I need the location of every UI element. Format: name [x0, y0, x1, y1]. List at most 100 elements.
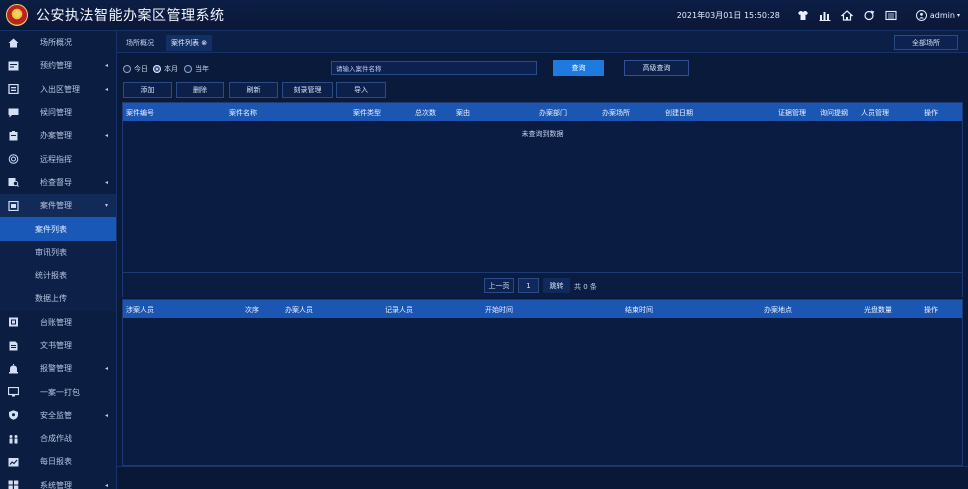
sidebar-item-entry-exit[interactable]: 入出区管理 ◂	[0, 78, 116, 101]
radio-this-year[interactable]: 当年	[184, 64, 209, 74]
radio-dot-selected	[153, 65, 161, 73]
radio-dot	[184, 65, 192, 73]
sidebar: 场所概况 预约管理 ◂ 入出区管理 ◂ 候问管理 办案管理 ◂ 远程指挥 检查督…	[0, 31, 117, 489]
sidebar-item-label: 候问管理	[40, 108, 72, 118]
add-button[interactable]: 添加	[123, 82, 172, 98]
sidebar-item-waiting[interactable]: 候问管理	[0, 101, 116, 124]
column-header[interactable]: 办案人员	[285, 305, 313, 315]
police-badge-logo	[6, 4, 28, 26]
chevron-left-icon: ◂	[104, 85, 108, 93]
column-header[interactable]: 案由	[456, 108, 470, 118]
sidebar-item-label: 台账管理	[40, 317, 72, 327]
monitor-icon	[7, 387, 19, 398]
column-header[interactable]: 光盘数量	[864, 305, 892, 315]
advanced-query-button[interactable]: 高级查询	[624, 60, 689, 76]
tab-site-overview[interactable]: 场所概况	[121, 35, 159, 51]
case-name-search-input[interactable]: 请输入案件名称	[331, 61, 537, 75]
shirt-icon[interactable]	[796, 8, 810, 22]
sidebar-item-site-overview[interactable]: 场所概况	[0, 31, 116, 54]
prev-page-button[interactable]: 上一页	[484, 278, 514, 293]
pagination: 上一页 1 跳转 共 0 条	[122, 273, 963, 297]
refresh-icon[interactable]	[862, 8, 876, 22]
datetime-display: 2021年03月01日 15:50:28	[676, 10, 780, 20]
column-header[interactable]: 办案场所	[602, 108, 630, 118]
sidebar-item-remote-command[interactable]: 远程指挥	[0, 147, 116, 170]
column-header[interactable]: 询问提纲	[820, 108, 848, 118]
bar-chart-icon[interactable]	[818, 8, 832, 22]
sidebar-subitem-case-list[interactable]: 案件列表	[0, 217, 116, 241]
sidebar-item-reservation[interactable]: 预约管理 ◂	[0, 54, 116, 77]
burn-management-button[interactable]: 刻录管理	[282, 82, 333, 98]
target-icon	[7, 154, 19, 165]
column-header[interactable]: 操作	[924, 305, 938, 315]
column-header[interactable]: 开始时间	[485, 305, 513, 315]
sidebar-item-case-handling[interactable]: 办案管理 ◂	[0, 124, 116, 147]
column-header[interactable]: 结束时间	[625, 305, 653, 315]
tab-bar: 场所概况 案件列表 ⊗ 全部场所	[117, 31, 968, 53]
radio-label: 当年	[195, 65, 209, 73]
sidebar-item-label: 场所概况	[40, 38, 72, 48]
total-count: 共 0 条	[574, 283, 597, 291]
report-icon	[7, 456, 19, 467]
column-header[interactable]: 办案地点	[764, 305, 792, 315]
column-header[interactable]: 总次数	[415, 108, 436, 118]
chevron-down-icon: ▾	[104, 202, 108, 210]
team-icon	[7, 433, 19, 444]
column-header[interactable]: 案件名称	[229, 108, 257, 118]
tab-case-list[interactable]: 案件列表 ⊗	[166, 35, 213, 51]
chevron-left-icon: ◂	[104, 411, 108, 419]
app-title: 公安执法智能办案区管理系统	[36, 8, 225, 24]
radio-label: 本月	[164, 65, 178, 73]
column-header[interactable]: 记录人员	[385, 305, 413, 315]
sidebar-subitem-statistics-report[interactable]: 统计报表	[0, 263, 116, 288]
sidebar-item-security[interactable]: 安全监管 ◂	[0, 404, 116, 427]
home-icon[interactable]	[840, 8, 854, 22]
goto-page-button[interactable]: 跳转	[543, 278, 570, 293]
user-menu[interactable]: admin ▾	[915, 9, 960, 21]
sidebar-item-label: 一案一打包	[40, 387, 80, 397]
import-button[interactable]: 导入	[336, 82, 386, 98]
sidebar-item-label: 远程指挥	[40, 154, 72, 164]
chevron-left-icon: ◂	[104, 178, 108, 186]
column-header[interactable]: 人员管理	[861, 108, 889, 118]
radio-today[interactable]: 今日	[123, 64, 148, 74]
sidebar-item-package[interactable]: 一案一打包	[0, 380, 116, 403]
keyboard-icon[interactable]	[884, 8, 898, 22]
column-header[interactable]: 证据管理	[778, 108, 806, 118]
all-places-select[interactable]: 全部场所	[894, 35, 958, 50]
column-header[interactable]: 办案部门	[539, 108, 567, 118]
chevron-left-icon: ◂	[104, 132, 108, 140]
sidebar-subitem-interrogation-list[interactable]: 审讯列表	[0, 240, 116, 264]
column-header[interactable]: 操作	[924, 108, 938, 118]
sidebar-item-alarm[interactable]: 报警管理 ◂	[0, 357, 116, 380]
chevron-left-icon: ◂	[104, 365, 108, 373]
sidebar-item-label: 入出区管理	[40, 84, 80, 94]
column-header[interactable]: 案件编号	[126, 108, 154, 118]
refresh-button[interactable]: 刷新	[229, 82, 278, 98]
column-header[interactable]: 次序	[245, 305, 259, 315]
column-header[interactable]: 案件类型	[353, 108, 381, 118]
chat-icon	[7, 107, 19, 118]
sidebar-item-label: 每日报表	[40, 457, 72, 467]
sidebar-item-ledger[interactable]: 台账管理	[0, 311, 116, 334]
column-header[interactable]: 涉案人员	[126, 305, 154, 315]
grid-icon	[7, 480, 19, 489]
ledger-icon	[7, 317, 19, 328]
radio-this-month[interactable]: 本月	[153, 64, 178, 74]
query-button[interactable]: 查询	[553, 60, 604, 76]
sidebar-item-joint-operation[interactable]: 合成作战	[0, 427, 116, 450]
delete-button[interactable]: 删除	[176, 82, 224, 98]
sidebar-item-inspection[interactable]: 检查督导 ◂	[0, 171, 116, 194]
inspect-icon	[7, 177, 19, 188]
sidebar-item-system[interactable]: 系统管理 ◂	[0, 474, 116, 489]
document-icon	[7, 340, 19, 351]
page-number-input[interactable]: 1	[518, 278, 539, 293]
sidebar-item-daily-report[interactable]: 每日报表	[0, 450, 116, 473]
sidebar-item-case-management[interactable]: 案件管理 ▾	[0, 194, 116, 218]
sidebar-subitem-data-upload[interactable]: 数据上传	[0, 287, 116, 311]
home-icon	[7, 37, 19, 48]
sidebar-item-label: 文书管理	[40, 341, 72, 350]
calendar-list-icon	[7, 60, 19, 71]
column-header[interactable]: 创建日期	[665, 108, 693, 118]
sidebar-item-documents[interactable]: 文书管理	[0, 334, 116, 357]
